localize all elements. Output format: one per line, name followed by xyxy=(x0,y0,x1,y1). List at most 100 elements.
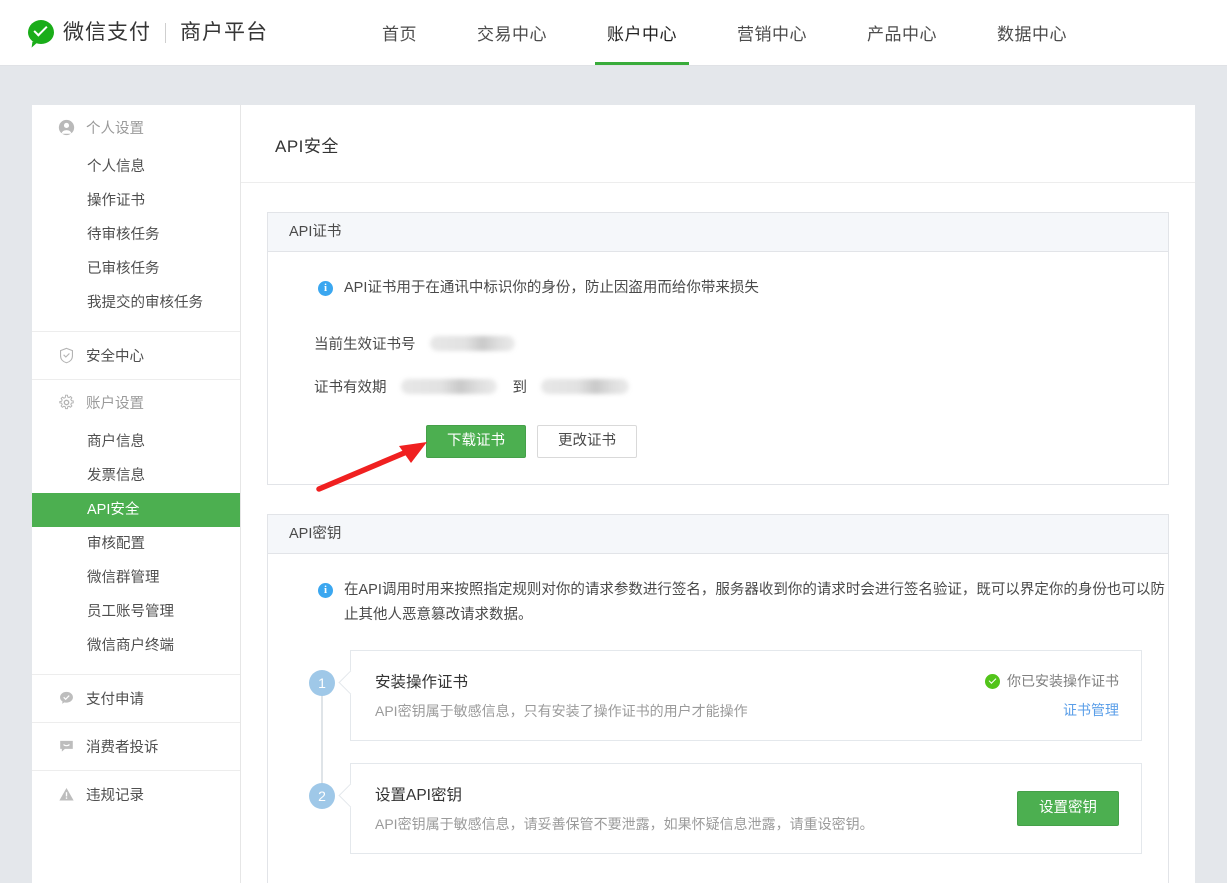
sidebar-group-account-settings: 账户设置 商户信息 发票信息 API安全 审核配置 微信群管理 员工账号管理 微… xyxy=(32,380,240,675)
nav-item-transactions[interactable]: 交易中心 xyxy=(447,0,577,65)
sidebar-item-api-security[interactable]: API安全 xyxy=(32,493,240,527)
cert-info-row: i API证书用于在通讯中标识你的身份，防止因盗用而给你带来损失 xyxy=(268,276,1168,301)
brand-name: 微信支付 xyxy=(63,21,151,44)
sidebar-item-operation-cert[interactable]: 操作证书 xyxy=(32,184,240,218)
sidebar-group-label: 支付申请 xyxy=(86,692,144,708)
user-circle-icon xyxy=(58,119,75,136)
key-info-row: i 在API调用时用来按照指定规则对你的请求参数进行签名，服务器收到你的请求时会… xyxy=(268,578,1168,628)
step-number-badge: 1 xyxy=(309,670,335,696)
step-card: 安装操作证书 API密钥属于敏感信息，只有安装了操作证书的用户才能操作 你已安装… xyxy=(350,650,1142,741)
certificate-management-link[interactable]: 证书管理 xyxy=(985,700,1119,720)
cert-button-row: 下载证书 更改证书 xyxy=(268,425,1168,458)
speech-bubble-icon xyxy=(58,738,75,755)
sidebar-item-consumer-complaints[interactable]: 消费者投诉 xyxy=(32,723,240,770)
sidebar-group-label: 安全中心 xyxy=(86,349,144,365)
sidebar-item-staff-account-mgmt[interactable]: 员工账号管理 xyxy=(32,595,240,629)
api-certificate-panel: API证书 i API证书用于在通讯中标识你的身份，防止因盗用而给你带来损失 当… xyxy=(267,212,1169,485)
sidebar-group-label: 违规记录 xyxy=(86,788,144,804)
page-background: 个人设置 个人信息 操作证书 待审核任务 已审核任务 我提交的审核任务 安全中心 xyxy=(0,66,1227,883)
cert-valid-from-value-redacted xyxy=(400,379,497,394)
title-divider xyxy=(241,182,1195,183)
check-circle-icon xyxy=(985,673,1000,689)
change-certificate-button[interactable]: 更改证书 xyxy=(537,425,637,458)
cert-validity-row: 证书有效期 到 xyxy=(268,376,1168,397)
sidebar-group-payment-apply: 支付申请 xyxy=(32,675,240,723)
step-description: API密钥属于敏感信息，只有安装了操作证书的用户才能操作 xyxy=(375,703,748,719)
brand-subtitle: 商户平台 xyxy=(180,21,268,44)
current-cert-number-value-redacted xyxy=(429,336,515,351)
api-key-steps: 1 安装操作证书 API密钥属于敏感信息，只有安装了操作证书的用户才能操作 你已… xyxy=(268,650,1168,876)
cert-installed-status-text: 你已安装操作证书 xyxy=(1007,673,1119,689)
nav-item-data[interactable]: 数据中心 xyxy=(967,0,1097,65)
brand[interactable]: 微信支付 商户平台 xyxy=(0,0,268,65)
step-connector-line xyxy=(321,694,323,785)
step-description: API密钥属于敏感信息，请妥善保管不要泄露，如果怀疑信息泄露，请重设密钥。 xyxy=(375,816,874,832)
cert-validity-separator: 到 xyxy=(512,380,528,396)
sidebar: 个人设置 个人信息 操作证书 待审核任务 已审核任务 我提交的审核任务 安全中心 xyxy=(32,105,241,883)
current-cert-number-row: 当前生效证书号 xyxy=(268,333,1168,354)
sidebar-item-invoice-info[interactable]: 发票信息 xyxy=(32,459,240,493)
step-install-operation-cert: 1 安装操作证书 API密钥属于敏感信息，只有安装了操作证书的用户才能操作 你已… xyxy=(294,650,1142,785)
info-circle-icon: i xyxy=(318,583,333,598)
step-card-main: 安装操作证书 API密钥属于敏感信息，只有安装了操作证书的用户才能操作 xyxy=(375,670,965,721)
step-card: 设置API密钥 API密钥属于敏感信息，请妥善保管不要泄露，如果怀疑信息泄露，请… xyxy=(350,763,1142,854)
nav-item-products[interactable]: 产品中心 xyxy=(837,0,967,65)
nav-item-marketing[interactable]: 营销中心 xyxy=(707,0,837,65)
sidebar-item-merchant-info[interactable]: 商户信息 xyxy=(32,425,240,459)
content-area: API安全 API证书 i API证书用于在通讯中标识你的身份，防止因盗用而给你… xyxy=(241,105,1195,883)
sidebar-item-reviewed-tasks[interactable]: 已审核任务 xyxy=(32,252,240,286)
current-cert-number-label: 当前生效证书号 xyxy=(314,337,416,353)
sidebar-group-security: 安全中心 xyxy=(32,332,240,380)
wechat-pay-logo-icon xyxy=(28,19,54,46)
page-layout: 个人设置 个人信息 操作证书 待审核任务 已审核任务 我提交的审核任务 安全中心 xyxy=(32,105,1195,883)
sidebar-item-pending-tasks[interactable]: 待审核任务 xyxy=(32,218,240,252)
api-certificate-panel-body: i API证书用于在通讯中标识你的身份，防止因盗用而给你带来损失 当前生效证书号… xyxy=(268,252,1168,484)
step-card-aside: 你已安装操作证书 证书管理 xyxy=(965,671,1119,720)
main-navigation: 首页 交易中心 账户中心 营销中心 产品中心 数据中心 xyxy=(352,0,1097,65)
sidebar-item-wechat-group-mgmt[interactable]: 微信群管理 xyxy=(32,561,240,595)
nav-item-account[interactable]: 账户中心 xyxy=(577,0,707,65)
key-info-text: 在API调用时用来按照指定规则对你的请求参数进行签名，服务器收到你的请求时会进行… xyxy=(344,582,1165,623)
sidebar-group-header-personal[interactable]: 个人设置 xyxy=(32,105,240,150)
step-rail: 1 xyxy=(294,650,350,785)
step-card-aside: 设置密钥 xyxy=(997,791,1119,826)
sidebar-item-review-config[interactable]: 审核配置 xyxy=(32,527,240,561)
sidebar-item-my-submitted-tasks[interactable]: 我提交的审核任务 xyxy=(32,286,240,320)
app-header: 微信支付 商户平台 首页 交易中心 账户中心 营销中心 产品中心 数据中心 xyxy=(0,0,1227,66)
sidebar-item-payment-application[interactable]: 支付申请 xyxy=(32,675,240,722)
step-set-api-key: 2 设置API密钥 API密钥属于敏感信息，请妥善保管不要泄露，如果怀疑信息泄露… xyxy=(294,763,1142,876)
sidebar-group-header-account[interactable]: 账户设置 xyxy=(32,380,240,425)
step-card-main: 设置API密钥 API密钥属于敏感信息，请妥善保管不要泄露，如果怀疑信息泄露，请… xyxy=(375,783,997,834)
page-title: API安全 xyxy=(275,137,339,156)
chat-check-icon xyxy=(58,690,75,707)
cert-installed-status: 你已安装操作证书 xyxy=(985,671,1119,691)
info-circle-icon: i xyxy=(318,281,333,296)
api-key-panel-title: API密钥 xyxy=(268,515,1168,554)
api-key-panel: API密钥 i 在API调用时用来按照指定规则对你的请求参数进行签名，服务器收到… xyxy=(267,514,1169,883)
sidebar-item-violation-records[interactable]: 违规记录 xyxy=(32,771,240,818)
cert-validity-label: 证书有效期 xyxy=(314,380,387,396)
api-certificate-panel-title: API证书 xyxy=(268,213,1168,252)
sidebar-group-label: 账户设置 xyxy=(86,396,144,412)
sidebar-item-wechat-merchant-terminal[interactable]: 微信商户终端 xyxy=(32,629,240,663)
brand-divider xyxy=(165,22,166,43)
step-number-badge: 2 xyxy=(309,783,335,809)
nav-item-home[interactable]: 首页 xyxy=(352,0,447,65)
shield-check-icon xyxy=(58,347,75,364)
cert-info-text: API证书用于在通讯中标识你的身份，防止因盗用而给你带来损失 xyxy=(344,280,759,296)
sidebar-group-violations: 违规记录 xyxy=(32,771,240,818)
step-title: 安装操作证书 xyxy=(375,674,469,691)
sidebar-group-label: 消费者投诉 xyxy=(86,740,159,756)
sidebar-group-personal: 个人设置 个人信息 操作证书 待审核任务 已审核任务 我提交的审核任务 xyxy=(32,105,240,332)
set-api-key-button[interactable]: 设置密钥 xyxy=(1017,791,1119,826)
sidebar-item-security-center[interactable]: 安全中心 xyxy=(32,332,240,379)
download-certificate-button[interactable]: 下载证书 xyxy=(426,425,526,458)
sidebar-item-personal-info[interactable]: 个人信息 xyxy=(32,150,240,184)
cert-valid-to-value-redacted xyxy=(541,379,629,394)
warning-triangle-icon xyxy=(58,786,75,803)
sidebar-group-complaints: 消费者投诉 xyxy=(32,723,240,771)
step-title: 设置API密钥 xyxy=(375,787,462,804)
sidebar-group-label: 个人设置 xyxy=(86,121,144,137)
